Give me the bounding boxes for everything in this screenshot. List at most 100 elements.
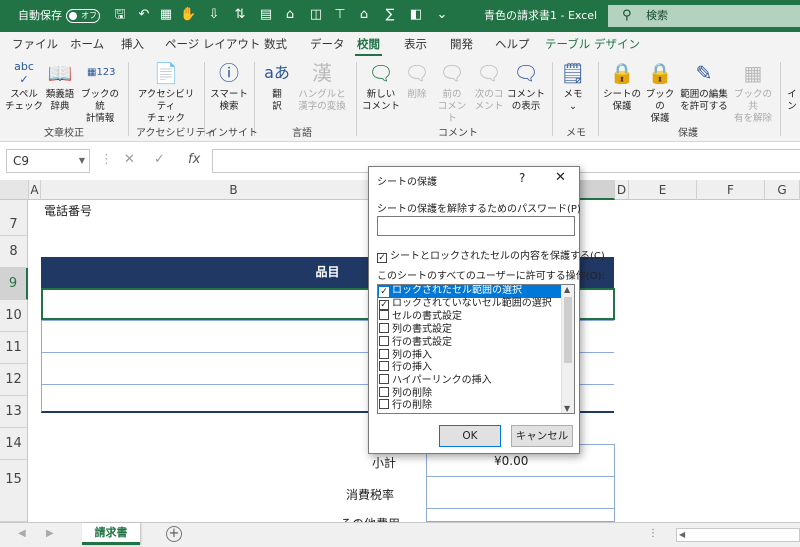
list-item[interactable]: ✓ ロックされていないセル範囲の選択 <box>378 298 561 311</box>
list-item[interactable]: 行の挿入 <box>378 361 561 374</box>
sum-icon[interactable]: ∑ <box>382 6 398 24</box>
sheet-tab-invoice[interactable]: 請求書 <box>82 523 140 545</box>
tab-table-design[interactable]: テーブル デザイン <box>545 36 640 52</box>
close-icon[interactable]: ✕ <box>555 170 566 185</box>
hanzi-convert-button[interactable]: 漢ハングルと 漢字の変換 <box>294 60 350 113</box>
column-header-f[interactable]: F <box>697 180 765 200</box>
chevron-down-icon[interactable]: ▼ <box>79 150 85 172</box>
protect-workbook-button[interactable]: 🔒 ブックの 保護 <box>642 60 678 125</box>
help-icon[interactable]: ? <box>519 171 525 185</box>
row-header-11[interactable]: 11 <box>0 332 28 364</box>
row-header-8[interactable]: 8 <box>0 236 28 268</box>
more-sheets-icon[interactable]: ⋮ <box>648 528 658 539</box>
row-header-10[interactable]: 10 <box>0 300 28 332</box>
search-box[interactable]: ⚲ 検索 <box>608 5 800 27</box>
list-item[interactable]: 列の削除 <box>378 386 561 400</box>
sort-icon[interactable]: ⇅ <box>232 6 248 24</box>
list-item[interactable]: 列の書式設定 <box>378 323 561 336</box>
ink-button[interactable]: イ ン <box>784 60 800 113</box>
checkbox-unchecked[interactable] <box>379 399 389 410</box>
autosave-toggle[interactable]: オフ <box>66 9 100 23</box>
workbook-stats-button[interactable]: ▦123 ブックの統 計情報 <box>78 60 122 125</box>
save-icon[interactable]: 🖫 <box>112 6 128 24</box>
protect-contents-checkbox[interactable]: ✓ シートとロックされたセルの内容を保護する(C) <box>377 247 605 263</box>
permissions-list[interactable]: ✓ ロックされたセル範囲の選択 ✓ ロックされていないセル範囲の選択 セルの書式設定… <box>377 284 575 414</box>
show-comments-button[interactable]: 🗨 コメント の表示 <box>506 60 546 113</box>
row-header-9[interactable]: 9 <box>0 268 28 300</box>
scroll-thumb[interactable] <box>564 297 572 363</box>
list-scrollbar[interactable]: ▲ ▼ <box>561 285 574 413</box>
delete-comment-button[interactable]: 🗨 削除 <box>402 60 432 101</box>
scroll-left-icon[interactable]: ◀ <box>679 529 685 541</box>
checkbox-unchecked[interactable] <box>379 348 389 359</box>
column-header-g[interactable]: G <box>765 180 800 200</box>
row-header-14[interactable]: 14 <box>0 428 28 460</box>
checkbox-unchecked[interactable] <box>379 361 389 372</box>
chevron-down-icon[interactable]: ▼ <box>564 404 570 413</box>
unshare-workbook-button[interactable]: ▦ ブックの共 有を解除 <box>730 60 776 125</box>
tab-data[interactable]: データ <box>310 36 345 52</box>
protect-sheet-button[interactable]: 🔒 シートの 保護 <box>602 60 642 113</box>
translate-button[interactable]: aあ翻 訳 <box>262 60 292 113</box>
image-icon[interactable]: ◧ <box>408 6 424 24</box>
thesaurus-button[interactable]: 📖 類義語 辞典 <box>42 60 78 113</box>
column-header-a[interactable]: A <box>29 180 41 200</box>
checkbox-unchecked[interactable] <box>379 335 389 346</box>
table-icon[interactable]: ▦ <box>158 6 174 24</box>
row-header-13[interactable]: 13 <box>0 396 28 428</box>
filter-icon[interactable]: ⌂ <box>282 6 298 24</box>
next-comment-button[interactable]: 🗨 次のコ メント <box>472 60 506 113</box>
list-item[interactable]: 行の書式設定 <box>378 335 561 349</box>
cancel-button[interactable]: キャンセル <box>511 425 573 447</box>
tab-formulas[interactable]: 数式 <box>264 36 287 52</box>
enter-icon[interactable]: ✓ <box>154 152 165 167</box>
new-comment-button[interactable]: 🗨 新しい コメント <box>362 60 400 113</box>
customize-qat-icon[interactable]: ⌄ <box>434 6 450 24</box>
row-header-15[interactable]: 15 <box>0 460 28 522</box>
checkbox-unchecked[interactable] <box>379 310 389 321</box>
password-input[interactable] <box>377 216 575 236</box>
smart-lookup-button[interactable]: ⓘ スマート 検索 <box>208 60 250 113</box>
tab-view[interactable]: 表示 <box>404 36 427 52</box>
list-item[interactable]: セルの書式設定 <box>378 310 561 323</box>
column-header-e[interactable]: E <box>629 180 697 200</box>
checkbox-checked[interactable]: ✓ <box>379 287 389 297</box>
allow-edit-ranges-button[interactable]: ✎ 範囲の編集 を許可する <box>678 60 730 113</box>
cancel-icon[interactable]: ✕ <box>124 152 135 167</box>
list-item[interactable]: ハイパーリンクの挿入 <box>378 373 561 387</box>
accessibility-button[interactable]: 📄 アクセシビリティ チェック <box>134 60 198 125</box>
spell-check-button[interactable]: abc ✓ スペル チェック <box>4 60 44 113</box>
tab-insert[interactable]: 挿入 <box>121 36 144 52</box>
chevron-up-icon[interactable]: ▲ <box>564 285 570 294</box>
tab-help[interactable]: ヘルプ <box>495 36 530 52</box>
list-item[interactable]: ✓ ロックされたセル範囲の選択 <box>378 285 561 298</box>
tool-icon[interactable]: ⊤ <box>332 6 348 24</box>
next-sheet-icon[interactable]: ▶ <box>46 528 54 539</box>
name-box[interactable]: C9 ▼ <box>6 149 90 173</box>
list-item[interactable]: 列の挿入 <box>378 348 561 362</box>
add-sheet-icon[interactable]: + <box>166 526 182 542</box>
tab-home[interactable]: ホーム <box>70 36 104 52</box>
chart-icon[interactable]: ◫ <box>308 6 324 24</box>
memo-button[interactable]: 🗒 メモ ⌄ <box>556 60 590 113</box>
checkbox-checked[interactable]: ✓ <box>377 253 387 263</box>
mouse-icon[interactable]: ⇩ <box>206 6 222 24</box>
tab-page-layout[interactable]: ページ レイアウト <box>165 36 260 52</box>
row-header-12[interactable]: 12 <box>0 364 28 396</box>
column-header-d[interactable]: D <box>615 180 629 200</box>
prev-sheet-icon[interactable]: ◀ <box>18 528 26 539</box>
format-icon[interactable]: ▤ <box>258 6 274 24</box>
undo-icon[interactable]: ↶ <box>136 6 152 24</box>
horizontal-scrollbar[interactable]: ◀ <box>676 528 800 542</box>
list-item[interactable]: 行の削除 <box>378 399 561 412</box>
prev-comment-button[interactable]: 🗨 前の コメント <box>434 60 470 125</box>
touch-icon[interactable]: ✋ <box>180 6 196 24</box>
checkbox-unchecked[interactable] <box>379 386 389 397</box>
tab-review[interactable]: 校閲 <box>355 36 382 57</box>
tab-developer[interactable]: 開発 <box>450 36 473 52</box>
fx-icon[interactable]: fx <box>188 152 200 167</box>
paint-icon[interactable]: ⌂ <box>356 6 372 24</box>
checkbox-unchecked[interactable] <box>379 323 389 334</box>
checkbox-checked[interactable]: ✓ <box>379 299 389 310</box>
ok-button[interactable]: OK <box>439 425 501 447</box>
